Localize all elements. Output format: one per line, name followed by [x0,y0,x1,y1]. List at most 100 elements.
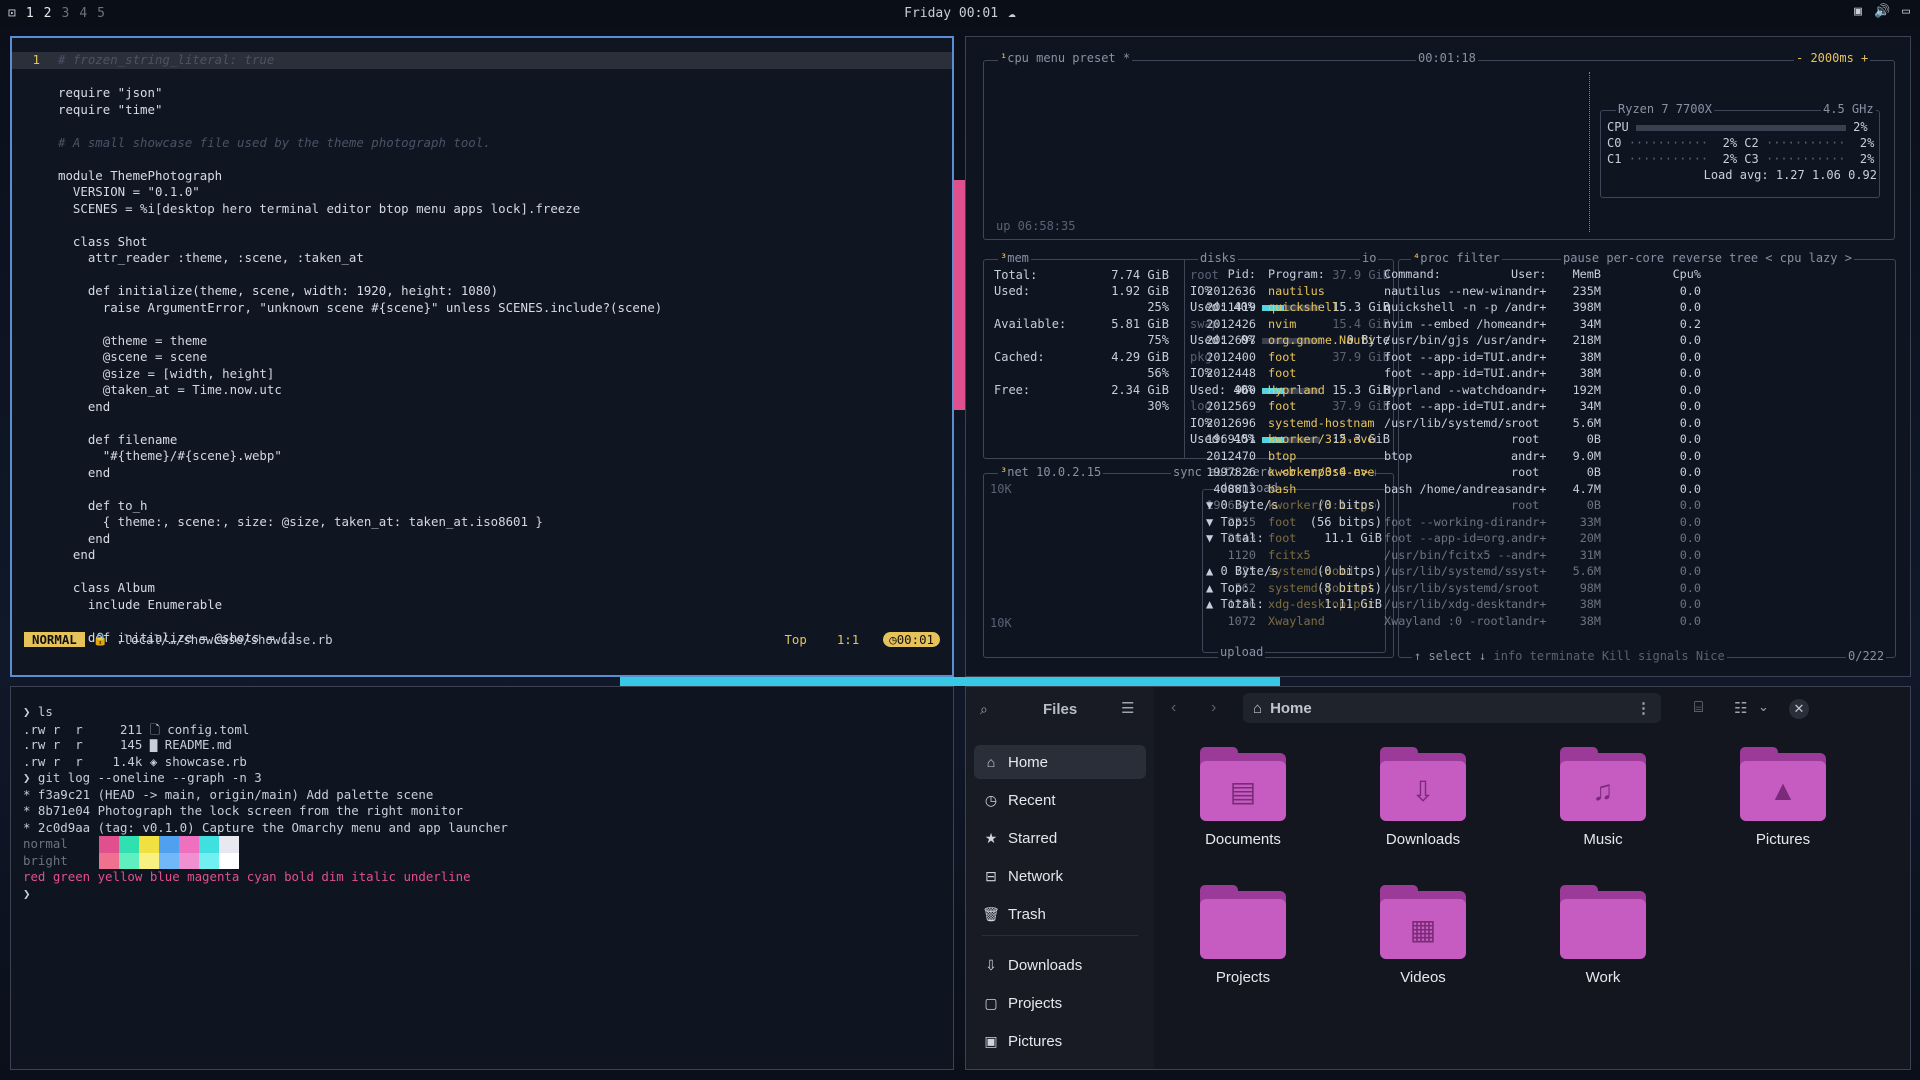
folder-videos[interactable]: ▦ Videos [1348,885,1498,986]
update-interval[interactable]: - 2000ms + [1794,51,1871,65]
sidebar-item-home[interactable]: ⌂ Home [974,745,1146,779]
menu-button[interactable]: menu [1036,51,1065,65]
code-line[interactable]: def filename [12,432,952,449]
folder-music[interactable]: ♫ Music [1528,747,1678,848]
process-row[interactable]: 2012448 foot foot --app-id=TUI. andr+ 38M 0.0 [1178,365,1701,382]
code-line[interactable]: end [12,399,952,416]
volume-icon[interactable]: 🔊 [1874,4,1890,19]
clock[interactable]: Friday 00:01 [904,6,998,21]
process-row[interactable]: 2012400 foot foot --app-id=TUI. andr+ 38M 0.0 [1178,349,1701,366]
code-line[interactable]: # A small showcase file used by the them… [12,135,952,152]
code-line[interactable]: class Shot [12,234,952,251]
process-row[interactable]: 2012697 org.gnome.Nauti/usr/bin/gjs /usr/… [1178,332,1701,349]
code-line[interactable]: attr_reader :theme, :scene, :taken_at [12,250,952,267]
code-line[interactable]: @taken_at = Time.now.utc [12,382,952,399]
code-line[interactable]: SCENES = %i[desktop hero terminal editor… [12,201,952,218]
menu-icon[interactable]: ☰ [1121,699,1134,717]
camera-icon[interactable]: ⌸ [1694,699,1703,716]
workspace-2[interactable]: 2 [44,6,52,21]
sidebar-item-trash[interactable]: 🗑 Trash [974,897,1146,931]
process-row[interactable]: 408813 bash bash /home/andreas andr+ 4.7M 0.0 [1178,481,1701,498]
preset-button[interactable]: preset * [1072,51,1130,65]
process-row[interactable]: 2012426 nvim nvim --embed /home andr+ 34M 0.2 [1178,316,1701,333]
process-row[interactable]: 1256 xdg-desktop-por/usr/lib/xdg-deskt and… [1178,596,1701,613]
sidebar-item-starred[interactable]: ★ Starred [974,821,1146,855]
nvim-window[interactable]: 1 # frozen_string_literal: true require "j… [10,36,954,677]
process-row[interactable]: 1906281 kworker/3:1-cgro root 0B 0.0 [1178,497,1701,514]
list-view-icon[interactable]: ☷ [1734,699,1747,717]
code-line[interactable] [12,316,952,333]
folder-projects[interactable]: Projects [1168,885,1318,986]
sidebar-item-network[interactable]: ⊟ Network [974,859,1146,893]
idle-icon[interactable]: ☁ [1008,6,1016,21]
search-icon[interactable]: ⌕ [980,701,988,718]
sidebar-item-downloads[interactable]: ⇩ Downloads [974,948,1146,982]
process-row[interactable]: 725 systemd-oomd/usr/lib/systemd/s syst+ 5.… [1178,563,1701,580]
process-row[interactable]: 2355 foot foot --working-dir andr+ 33M 0.0 [1178,514,1701,531]
process-row[interactable]: 2012696 systemd-hostnam/usr/lib/systemd/s… [1178,415,1701,432]
sidebar-item-projects[interactable]: ▢ Projects [974,986,1146,1020]
workspace-3[interactable]: 3 [61,6,69,21]
files-window[interactable]: ⌕ Files ☰ ‹ › ⌂ Home ⋮ ⌸ ☷ ⌄ ✕ ⌂ Home ◷ Recen… [965,686,1911,1070]
process-row[interactable]: 2011419 quickshell quickshell -n -p / andr+… [1178,299,1701,316]
process-row[interactable]: 2643 foot foot --app-id=org. andr+ 20M 0.0 [1178,530,1701,547]
process-row[interactable]: 960 Hyprland Hyprland --watchdo andr+ 192M 0.… [1178,382,1701,399]
screen-icon[interactable]: ▣ [1854,4,1862,19]
app-menu-icon[interactable]: ⊡ [8,6,16,21]
code-line[interactable]: @size = [width, height] [12,366,952,383]
code-line[interactable] [12,118,952,135]
code-line[interactable]: end [12,465,952,482]
code-line[interactable] [12,69,952,86]
sidebar-item-pictures[interactable]: ▣ Pictures [974,1024,1146,1058]
chevron-down-icon[interactable]: ⌄ [1758,699,1769,715]
sidebar-item-recent[interactable]: ◷ Recent [974,783,1146,817]
code-line[interactable] [12,151,952,168]
code-line[interactable]: 1 # frozen_string_literal: true [12,52,952,69]
workspace-4[interactable]: 4 [79,6,87,21]
code-line[interactable]: raise ArgumentError, "unknown scene #{sc… [12,300,952,317]
code-line[interactable]: module ThemePhotograph [12,168,952,185]
process-table[interactable]: Pid: Program: Command: User: MemB Cpu% 2012636… [1178,266,1701,629]
folder-pictures[interactable]: ▲ Pictures [1708,747,1858,848]
forward-icon[interactable]: › [1211,699,1216,717]
back-icon[interactable]: ‹ [1171,699,1176,717]
process-row[interactable]: 2012636 nautilus nautilus --new-win andr+ 23… [1178,283,1701,300]
code-line[interactable] [12,613,952,630]
code-line[interactable]: "#{theme}/#{scene}.webp" [12,448,952,465]
terminal-window[interactable]: ❯ ls .rw r r 211 🗋 config.toml .rw r r 145… [10,686,954,1070]
code-line[interactable] [12,415,952,432]
code-line[interactable]: VERSION = "0.1.0" [12,184,952,201]
process-row[interactable]: 1072 Xwayland Xwayland :0 -rootl andr+ 38M 0.… [1178,613,1701,630]
process-header[interactable]: Pid: Program: Command: User: MemB Cpu% [1178,266,1701,283]
code-line[interactable]: class Album [12,580,952,597]
code-line[interactable]: def initialize(theme, scene, width: 1920… [12,283,952,300]
close-icon[interactable]: ✕ [1789,699,1809,719]
process-row[interactable]: 2012569 foot foot --app-id=TUI. andr+ 34M 0.0 [1178,398,1701,415]
code-line[interactable] [12,481,952,498]
folder-work[interactable]: Work [1528,885,1678,986]
folder-documents[interactable]: ▤ Documents [1168,747,1318,848]
workspace-5[interactable]: 5 [97,6,105,21]
process-row[interactable]: 2012470 btop btop andr+ 9.0M 0.0 [1178,448,1701,465]
process-row[interactable]: 1120 fcitx5/usr/bin/fcitx5 -- andr+ 31M 0.0 [1178,547,1701,564]
code-line[interactable]: end [12,547,952,564]
workspace-1[interactable]: 1 [26,6,34,21]
code-line[interactable]: require "json" [12,85,952,102]
code-line[interactable]: require "time" [12,102,952,119]
btop-window[interactable]: ¹cpu menu preset * 00:01:18 - 2000ms + u… [965,36,1911,677]
code-line[interactable]: @scene = scene [12,349,952,366]
process-row[interactable]: 1997826 kworker/3:0-even root 0B 0.0 [1178,464,1701,481]
folder-downloads[interactable]: ⇩ Downloads [1348,747,1498,848]
proc-options[interactable]: pause per-core reverse tree < cpu lazy > [1561,251,1854,265]
process-row[interactable]: 1969151 kworker/3:2-even root 0B 0.0 [1178,431,1701,448]
code-line[interactable]: include Enumerable [12,597,952,614]
code-line[interactable]: end [12,531,952,548]
code-line[interactable]: { theme:, scene:, size: @size, taken_at:… [12,514,952,531]
location-bar[interactable]: ⌂ Home ⋮ [1243,693,1661,723]
code-line[interactable]: @theme = theme [12,333,952,350]
code-line[interactable] [12,267,952,284]
editor-buffer[interactable]: 1 # frozen_string_literal: true require "j… [12,52,952,646]
code-line[interactable] [12,217,952,234]
code-line[interactable] [12,564,952,581]
process-row[interactable]: 562 systemd-journal/usr/lib/systemd/s root… [1178,580,1701,597]
